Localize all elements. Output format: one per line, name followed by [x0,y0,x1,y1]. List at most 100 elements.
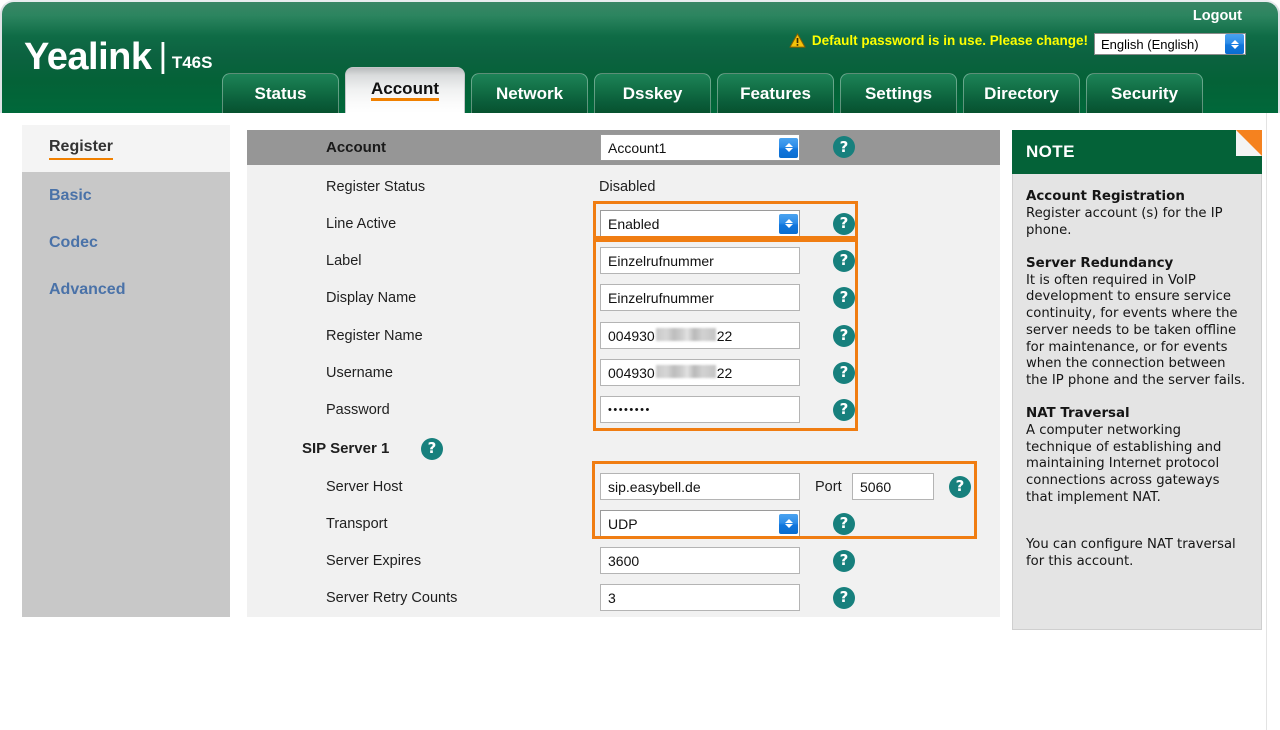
tab-directory[interactable]: Directory [963,73,1080,113]
username-label: Username [326,365,393,381]
main-navigation-tabs: Status Account Network Dsskey Features S… [222,67,1203,113]
port-label: Port [815,479,842,495]
server-expires-help-icon[interactable]: ? [833,550,855,572]
account-sidebar: Register Basic Codec Advanced [22,125,230,617]
page-body: Register Basic Codec Advanced Account Ac… [0,113,1280,617]
line-active-spinner-icon[interactable] [779,214,798,234]
line-active-label: Line Active [326,216,396,232]
language-select-spinner-icon[interactable] [1225,34,1244,54]
tab-label: Network [496,84,563,104]
password-input[interactable]: •••••••• [600,396,800,423]
tab-security[interactable]: Security [1086,73,1203,113]
transport-help-icon[interactable]: ? [833,513,855,535]
note-panel-header: NOTE [1012,130,1262,174]
transport-spinner-icon[interactable] [779,514,798,534]
account-selector-label: Account [326,139,386,156]
account-select[interactable]: Account1 [600,134,800,161]
transport-label: Transport [326,516,388,532]
header-gloss [2,2,1278,36]
account-selector-row: Account Account1 ? [247,130,1000,165]
server-retry-counts-help-icon[interactable]: ? [833,587,855,609]
line-active-help-icon[interactable]: ? [833,213,855,235]
line-active-value: Enabled [601,216,779,232]
tab-label: Account [371,80,439,102]
display-name-input-value: Einzelrufnummer [608,290,714,306]
tab-account[interactable]: Account [345,67,465,113]
field-row-password: Password •••••••• ? [247,391,1000,428]
note-text-account-registration: Register account (s) for the IP phone. [1026,206,1248,240]
tab-label: Settings [865,84,932,104]
server-host-value: sip.easybell.de [608,479,701,495]
transport-value: UDP [601,516,779,532]
account-select-value: Account1 [601,140,779,156]
display-name-input[interactable]: Einzelrufnummer [600,284,800,311]
register-name-prefix: 004930 [608,328,655,344]
sidebar-item-register[interactable]: Register [22,125,230,172]
note-footer-text: You can configure NAT traversal for this… [1026,537,1248,571]
password-input-value: •••••••• [608,404,651,416]
note-text-nat-traversal: A computer networking technique of estab… [1026,423,1248,507]
tab-features[interactable]: Features [717,73,834,113]
field-row-server-host: Server Host sip.easybell.de Port 5060 ? [247,468,1000,505]
redacted-digits [656,328,716,341]
server-host-help-icon[interactable]: ? [949,476,971,498]
warning-triangle-icon [789,33,806,48]
logout-button[interactable]: Logout [1193,8,1242,24]
sidebar-item-codec[interactable]: Codec [22,219,230,266]
page-header: Yealink|T46S Logout Default password is … [0,0,1280,113]
yealink-logo: Yealink|T46S [24,38,212,76]
register-name-help-icon[interactable]: ? [833,325,855,347]
tab-label: Directory [984,84,1059,104]
sidebar-item-label: Basic [49,187,92,205]
transport-select[interactable]: UDP [600,510,800,537]
note-panel: NOTE Account Registration Register accou… [1012,130,1262,630]
tab-settings[interactable]: Settings [840,73,957,113]
username-help-icon[interactable]: ? [833,362,855,384]
tab-status[interactable]: Status [222,73,339,113]
warning-text: Default password is in use. Please chang… [812,33,1088,48]
field-row-username: Username 00493022 ? [247,354,1000,391]
right-edge-strip [1266,113,1280,730]
register-settings-form: Account Account1 ? Register Status Disab… [247,130,1000,617]
label-help-icon[interactable]: ? [833,250,855,272]
port-input[interactable]: 5060 [852,473,934,500]
display-name-help-icon[interactable]: ? [833,287,855,309]
device-model: T46S [172,53,213,72]
tab-dsskey[interactable]: Dsskey [594,73,711,113]
server-retry-counts-input[interactable]: 3 [600,584,800,611]
account-help-icon[interactable]: ? [833,136,855,158]
sidebar-item-advanced[interactable]: Advanced [22,266,230,313]
tab-label: Dsskey [623,84,683,104]
server-host-input[interactable]: sip.easybell.de [600,473,800,500]
password-help-icon[interactable]: ? [833,399,855,421]
tab-label: Security [1111,84,1178,104]
field-row-register-name: Register Name 00493022 ? [247,317,1000,354]
sidebar-item-label: Codec [49,234,98,252]
username-input[interactable]: 00493022 [600,359,800,386]
field-row-transport: Transport UDP ? [247,505,1000,542]
note-heading-server-redundancy: Server Redundancy [1026,255,1248,272]
register-name-input[interactable]: 00493022 [600,322,800,349]
server-expires-input[interactable]: 3600 [600,547,800,574]
sidebar-item-basic[interactable]: Basic [22,172,230,219]
sip-server-heading: SIP Server 1 [302,440,389,457]
sidebar-item-label: Register [49,138,113,160]
line-active-select[interactable]: Enabled [600,210,800,237]
language-select[interactable]: English (English) [1094,33,1246,55]
tab-network[interactable]: Network [471,73,588,113]
register-status-label: Register Status [326,179,425,195]
register-status-value: Disabled [599,179,655,195]
language-select-value: English (English) [1095,37,1225,52]
field-row-server-expires: Server Expires 3600 ? [247,542,1000,579]
sip-server-help-icon[interactable]: ? [421,438,443,460]
note-panel-body: Account Registration Register account (s… [1012,174,1262,630]
port-value: 5060 [860,479,891,495]
account-select-spinner-icon[interactable] [779,138,798,158]
note-heading-account-registration: Account Registration [1026,188,1248,205]
server-retry-counts-label: Server Retry Counts [326,590,457,606]
tab-label: Features [740,84,811,104]
note-panel-title: NOTE [1026,142,1075,162]
note-corner-fold-icon [1236,130,1262,156]
label-input[interactable]: Einzelrufnummer [600,247,800,274]
username-suffix: 22 [717,365,733,381]
